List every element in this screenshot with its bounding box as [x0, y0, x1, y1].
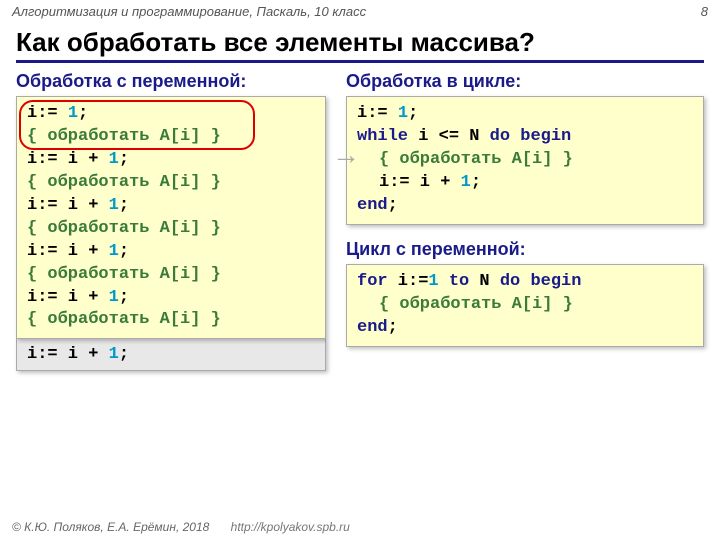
while-code-box: i:= 1;while i <= N do begin{ обработать … — [346, 96, 704, 225]
code-line: { обработать A[i] } — [27, 264, 315, 287]
right-label-2: Цикл с переменной: — [346, 239, 704, 260]
right-column: Обработка в цикле: i:= 1;while i <= N do… — [346, 71, 704, 371]
gray-text-n: 1 — [109, 345, 119, 364]
code-line: i:= i + 1; — [357, 172, 693, 195]
header-bar: Алгоритмизация и программирование, Паска… — [0, 0, 720, 23]
content-columns: Обработка с переменной: i:= 1;{ обработа… — [0, 71, 720, 371]
code-line: i:= i + 1; — [27, 241, 315, 264]
code-line: end; — [357, 317, 693, 340]
left-gray-box: i:= i + 1; — [16, 339, 326, 371]
left-code-box: i:= 1;{ обработать A[i] }i:= i + 1;{ обр… — [16, 96, 326, 339]
for-code-box: for i:=1 to N do begin{ обработать A[i] … — [346, 264, 704, 347]
gray-text-b: ; — [119, 345, 129, 364]
code-line: i:= i + 1; — [27, 149, 315, 172]
page-number: 8 — [701, 4, 708, 19]
footer-url: http://kpolyakov.spb.ru — [231, 520, 350, 534]
gray-text-a: i:= i + — [27, 345, 109, 364]
code-line: { обработать A[i] } — [27, 309, 315, 332]
code-line: end; — [357, 195, 693, 218]
code-line: i:= i + 1; — [27, 287, 315, 310]
code-line: i:= 1; — [27, 103, 315, 126]
code-line: { обработать A[i] } — [27, 172, 315, 195]
right-label-1: Обработка в цикле: — [346, 71, 704, 92]
left-section-label: Обработка с переменной: — [16, 71, 326, 92]
code-line: i:= 1; — [357, 103, 693, 126]
code-line: for i:=1 to N do begin — [357, 271, 693, 294]
code-line: while i <= N do begin — [357, 126, 693, 149]
code-line: { обработать A[i] } — [357, 294, 693, 317]
left-column: Обработка с переменной: i:= 1;{ обработа… — [16, 71, 326, 371]
page-title: Как обработать все элементы массива? — [0, 23, 720, 60]
code-line: { обработать A[i] } — [357, 149, 693, 172]
code-line: i:= i + 1; — [27, 195, 315, 218]
code-line: { обработать A[i] } — [27, 218, 315, 241]
footer: © К.Ю. Поляков, Е.А. Ерёмин, 2018 http:/… — [12, 520, 350, 534]
title-underline — [16, 60, 704, 63]
copyright: © К.Ю. Поляков, Е.А. Ерёмин, 2018 — [12, 520, 209, 534]
code-line: { обработать A[i] } — [27, 126, 315, 149]
course-name: Алгоритмизация и программирование, Паска… — [12, 4, 366, 19]
arrow-right-icon — [332, 141, 360, 169]
